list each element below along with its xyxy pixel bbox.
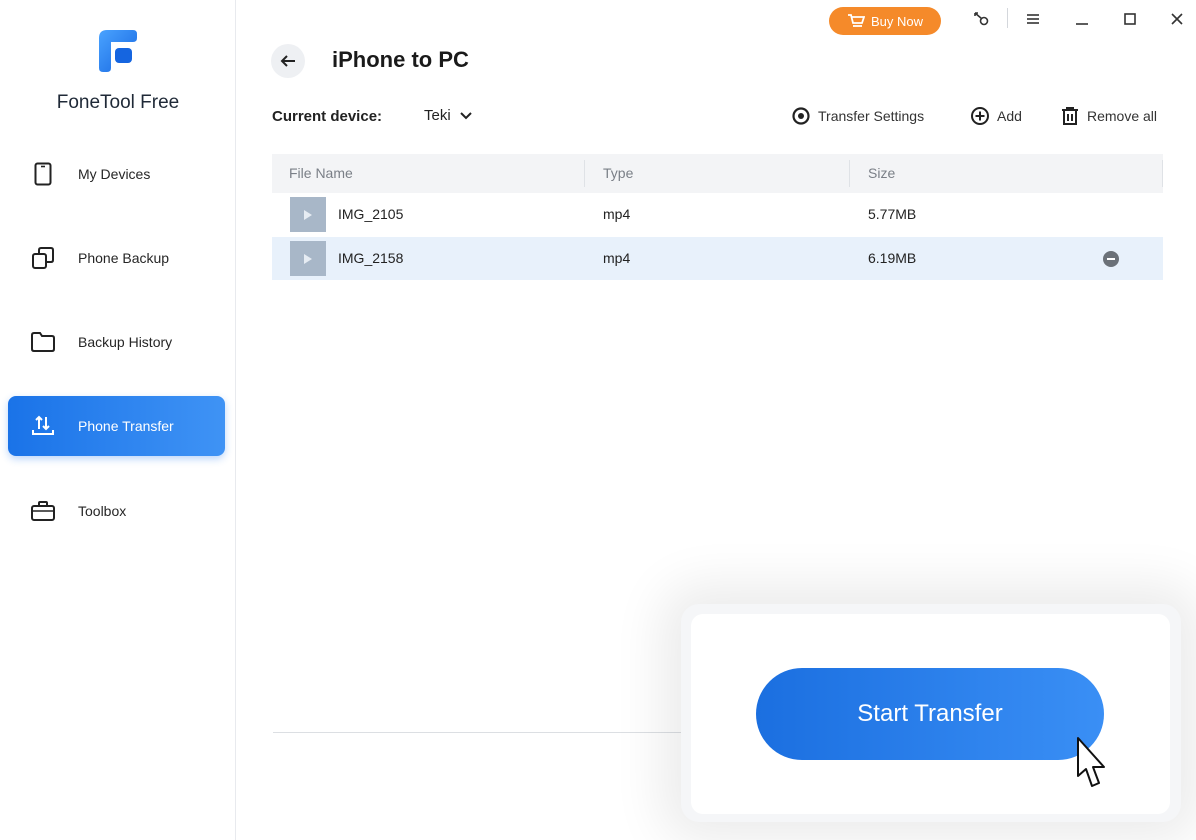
buy-now-label: Buy Now [870, 13, 924, 29]
transfer-settings-button[interactable]: Transfer Settings [791, 104, 924, 128]
transfer-icon [30, 413, 56, 439]
add-label: Add [997, 108, 1022, 124]
play-icon [304, 209, 312, 220]
briefcase-icon [30, 498, 56, 524]
column-divider [584, 160, 585, 187]
fonetool-logo [99, 30, 137, 72]
phone-icon [30, 161, 56, 187]
key-icon[interactable] [969, 8, 993, 30]
remove-all-button[interactable]: Remove all [1060, 104, 1157, 128]
add-circle-icon [971, 107, 989, 125]
play-icon [304, 253, 312, 264]
video-thumbnail [290, 197, 326, 232]
close-icon[interactable] [1165, 8, 1189, 30]
mouse-cursor-icon [1077, 737, 1105, 787]
remove-row-icon[interactable] [1103, 251, 1119, 267]
device-name: Teki [424, 107, 451, 124]
page-title: iPhone to PC [332, 47, 469, 72]
column-divider [1162, 160, 1163, 187]
table-row[interactable]: IMG_2105 mp4 5.77MB [272, 193, 1163, 236]
device-select[interactable]: Teki [424, 107, 473, 124]
size-cell: 6.19MB [868, 250, 917, 266]
minimize-icon[interactable] [1070, 8, 1094, 30]
sidebar-item-phone-backup[interactable]: Phone Backup [8, 228, 225, 288]
file-name-cell: IMG_2105 [338, 206, 404, 222]
sidebar-item-label: Phone Backup [78, 250, 170, 266]
table-header: File Name Type Size [272, 154, 1163, 193]
sidebar-item-label: Toolbox [78, 503, 127, 519]
arrow-left-icon [280, 55, 295, 67]
cart-icon [847, 14, 865, 27]
buy-now-button[interactable]: Buy Now [829, 7, 941, 35]
start-transfer-label: Start Transfer [857, 700, 1003, 727]
sidebar-item-label: Phone Transfer [78, 418, 174, 434]
transfer-settings-label: Transfer Settings [818, 108, 925, 124]
chevron-down-icon [459, 111, 472, 119]
back-button[interactable] [271, 44, 305, 78]
column-divider [849, 160, 850, 187]
video-thumbnail [290, 241, 326, 276]
sidebar-item-phone-transfer[interactable]: Phone Transfer [8, 396, 225, 456]
titlebar-divider [1007, 8, 1008, 28]
start-transfer-button[interactable]: Start Transfer [756, 668, 1104, 760]
table-row[interactable]: IMG_2158 mp4 6.19MB [272, 237, 1163, 280]
maximize-icon[interactable] [1118, 8, 1142, 30]
sidebar-item-backup-history[interactable]: Backup History [8, 312, 225, 372]
sidebar-item-label: My Devices [78, 166, 151, 182]
add-button[interactable]: Add [970, 104, 1022, 128]
folder-icon [30, 329, 56, 355]
settings-icon [792, 107, 810, 125]
app-name: FoneTool Free [56, 92, 180, 113]
trash-icon [1062, 107, 1078, 125]
size-cell: 5.77MB [868, 206, 917, 222]
remove-all-label: Remove all [1087, 108, 1158, 124]
column-header-size[interactable]: Size [868, 154, 895, 193]
file-name-cell: IMG_2158 [338, 250, 404, 266]
type-cell: mp4 [603, 250, 631, 266]
copy-icon [30, 245, 56, 271]
sidebar-item-label: Backup History [78, 334, 173, 350]
column-header-file-name[interactable]: File Name [289, 154, 353, 193]
sidebar: FoneTool Free My Devices Phone Backup Ba… [0, 0, 236, 840]
menu-icon[interactable] [1021, 8, 1045, 30]
current-device-label: Current device: [272, 108, 383, 125]
sidebar-item-my-devices[interactable]: My Devices [8, 144, 225, 204]
type-cell: mp4 [603, 206, 631, 222]
sidebar-item-toolbox[interactable]: Toolbox [8, 481, 225, 541]
column-header-type[interactable]: Type [603, 154, 633, 193]
